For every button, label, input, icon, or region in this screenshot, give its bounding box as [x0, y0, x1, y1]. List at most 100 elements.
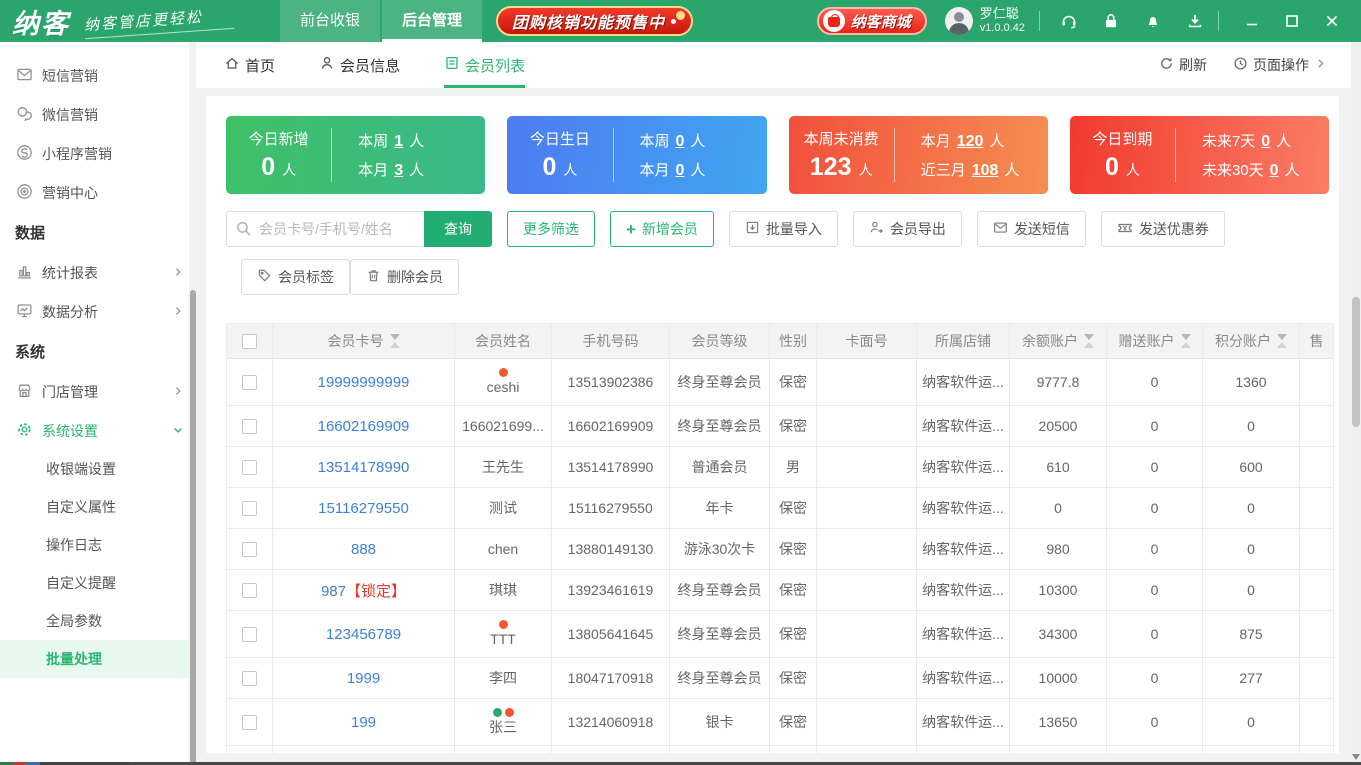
member-name: 测试 [489, 499, 517, 516]
user-info[interactable]: 罗仁聪 v1.0.0.42 [944, 6, 1025, 36]
promo-text: 团购核销功能预售中 [512, 15, 666, 32]
member-name: 王先生 [482, 458, 524, 475]
member-list-panel: 今日新增 0人 本周 1 人 本月 3 人 今日生日 0人 本周 0 人 本月 … [206, 96, 1339, 753]
row-checkbox[interactable] [242, 419, 257, 435]
table-row[interactable]: 199 张三 13214060918 银卡 保密 纳客软件运... 13650 … [226, 698, 1334, 746]
search-input[interactable] [226, 211, 424, 247]
delete-member-button[interactable]: 删除会员 [350, 259, 459, 295]
member-table: 会员卡号 会员姓名 手机号码 会员等级 性别 卡面号 所属店铺 余额账户 赠送账… [226, 323, 1339, 753]
row-checkbox[interactable] [242, 671, 257, 687]
row-checkbox[interactable] [242, 715, 257, 731]
chevron-right-icon [172, 304, 184, 320]
send-sms-button[interactable]: 发送短信 [976, 211, 1086, 247]
sidebar-item-system-settings[interactable]: 系统设置 [0, 411, 196, 450]
card-face-no [816, 610, 917, 658]
member-card-link[interactable]: 987 [321, 583, 346, 600]
lock-icon[interactable] [1102, 12, 1120, 30]
sidebar-item-store-manage[interactable]: 门店管理 [0, 372, 196, 411]
chevron-down-icon [172, 423, 184, 439]
sort-arrows[interactable] [1084, 334, 1094, 348]
sort-arrows[interactable] [1180, 334, 1191, 348]
table-row[interactable]: 123456789 TTT 13805641645 终身至尊会员 保密 纳客软件… [226, 610, 1334, 658]
coupon-icon [1117, 220, 1133, 239]
bell-icon[interactable] [1144, 12, 1162, 30]
batch-import-button[interactable]: 批量导入 [728, 211, 838, 247]
send-coupon-button[interactable]: 发送优惠券 [1100, 211, 1225, 247]
member-card-link[interactable]: 13514178990 [318, 459, 410, 476]
table-row[interactable]: 16602169909 166021699... 16602169909 终身至… [226, 405, 1334, 447]
sidebar-item-marketing-center[interactable]: 营销中心 [0, 173, 196, 212]
query-button[interactable]: 查询 [424, 211, 492, 247]
member-card-link[interactable]: 19999999999 [318, 374, 410, 391]
table-row[interactable]: 13514178990 王先生 13514178990 普通会员 男 纳客软件运… [226, 446, 1334, 488]
sidebar-item-data-analysis[interactable]: 数据分析 [0, 292, 196, 331]
sidebar-scrollbar[interactable] [189, 42, 196, 765]
locked-badge: 【锁定】 [346, 582, 407, 600]
card-expire-today: 今日到期 0人 未来7天 0 人 未来30天 0 人 [1069, 116, 1329, 194]
member-tag-button[interactable]: 会员标签 [241, 259, 350, 295]
sidebar-subitem-custom-reminder[interactable]: 自定义提醒 [0, 564, 196, 602]
member-card-link[interactable]: 16602169909 [318, 418, 410, 435]
member-card-link[interactable]: 199 [351, 714, 376, 731]
sidebar-item-wechat-marketing[interactable]: 微信营销 [0, 95, 196, 134]
sidebar-item-miniprogram-marketing[interactable]: 小程序营销 [0, 134, 196, 173]
sidebar-subitem-cashier-settings[interactable]: 收银端设置 [0, 450, 196, 488]
member-card-link[interactable]: 888 [351, 541, 376, 558]
promo-banner[interactable]: 团购核销功能预售中 [496, 6, 694, 36]
main-scroll-thumb[interactable] [1352, 297, 1360, 427]
tab-home[interactable]: 首页 [224, 42, 275, 88]
tab-member-info[interactable]: 会员信息 [319, 42, 400, 88]
sidebar-subitem-operation-log[interactable]: 操作日志 [0, 526, 196, 564]
maximize-button[interactable] [1277, 8, 1307, 34]
add-member-button[interactable]: + 新增会员 [610, 211, 714, 247]
customer-service-icon[interactable] [1060, 12, 1078, 30]
member-card-link[interactable]: 15116279550 [318, 500, 409, 517]
search-icon [235, 220, 252, 240]
mall-badge[interactable]: 纳客商城 [816, 7, 927, 35]
main-scrollbar[interactable] [1351, 42, 1361, 765]
card-birthday-today: 今日生日 0人 本周 0 人 本月 0 人 [507, 116, 767, 194]
sidebar-subitem-global-params[interactable]: 全局参数 [0, 602, 196, 640]
member-card-link[interactable]: 1999 [347, 670, 380, 687]
sort-arrows[interactable] [389, 334, 400, 348]
row-checkbox[interactable] [242, 460, 257, 476]
table-row[interactable]: 15116279550 测试 15116279550 年卡 保密 纳客软件运..… [226, 487, 1334, 529]
app-version: v1.0.0.42 [979, 22, 1025, 35]
scroll-down-arrow[interactable] [1351, 752, 1361, 762]
row-checkbox[interactable] [242, 375, 257, 391]
table-row[interactable]: 987【锁定】 琪琪 13923461619 终身至尊会员 保密 纳客软件运..… [226, 569, 1334, 611]
table-row[interactable]: 1999 李四 18047170918 终身至尊会员 保密 纳客软件运... 1… [226, 657, 1334, 699]
member-card-link[interactable]: 123456789 [326, 626, 401, 643]
table-header-row: 会员卡号 会员姓名 手机号码 会员等级 性别 卡面号 所属店铺 余额账户 赠送账… [226, 323, 1334, 359]
sidebar-scroll-thumb[interactable] [189, 290, 196, 765]
page-operations-button[interactable]: 页面操作 [1233, 55, 1327, 75]
member-gender: 保密 [769, 698, 817, 746]
stat-cards: 今日新增 0人 本周 1 人 本月 3 人 今日生日 0人 本周 0 人 本月 … [226, 116, 1339, 194]
tab-backend-manage[interactable]: 后台管理 [382, 0, 482, 42]
row-checkbox[interactable] [242, 542, 257, 558]
gift-account: 0 [1106, 446, 1203, 488]
minimize-button[interactable] [1237, 8, 1267, 34]
row-checkbox[interactable] [242, 627, 257, 643]
member-store: 纳客软件运... [916, 698, 1010, 746]
row-checkbox[interactable] [242, 501, 257, 517]
table-row[interactable]: 888 chen 13880149130 游泳30次卡 保密 纳客软件运... … [226, 528, 1334, 570]
target-icon [16, 183, 33, 203]
sidebar-subitem-custom-attributes[interactable]: 自定义属性 [0, 488, 196, 526]
table-row[interactable]: 19999999999 ceshi 13513902386 终身至尊会员 保密 … [226, 358, 1334, 406]
sidebar-item-statistic-reports[interactable]: 统计报表 [0, 253, 196, 292]
select-all-checkbox[interactable] [242, 334, 257, 350]
sort-arrows[interactable] [1277, 334, 1287, 348]
sidebar-subitem-batch-processing[interactable]: 批量处理 [0, 640, 196, 678]
export-member-button[interactable]: 会员导出 [852, 211, 962, 247]
refresh-button[interactable]: 刷新 [1159, 55, 1207, 75]
member-store: 纳客软件运... [916, 487, 1010, 529]
row-checkbox[interactable] [242, 583, 257, 599]
sidebar-item-sms-marketing[interactable]: 短信营销 [0, 56, 196, 95]
tab-front-cashier[interactable]: 前台收银 [280, 0, 380, 42]
download-icon[interactable] [1186, 12, 1204, 30]
more-filter-button[interactable]: 更多筛选 [507, 211, 595, 247]
balance-account: 13650 [1009, 698, 1107, 746]
tab-member-list[interactable]: 会员列表 [444, 42, 526, 88]
close-button[interactable] [1317, 8, 1347, 34]
